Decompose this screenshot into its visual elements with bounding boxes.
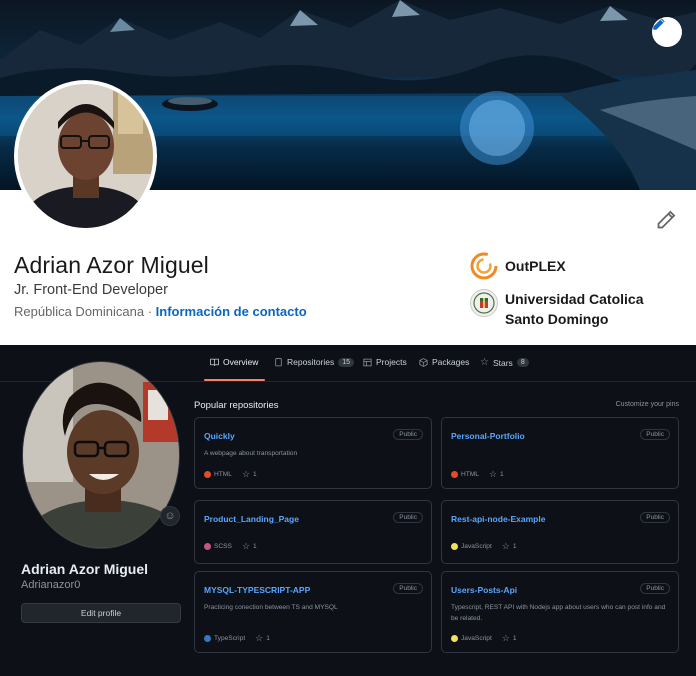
repo-stars[interactable]: 1 [266,635,270,642]
profile-photo [18,84,153,228]
language-color-dot [204,543,211,550]
pencil-icon [653,18,665,30]
profile-name: Adrian Azor Miguel [14,252,209,278]
smiley-icon: ☺ [164,510,176,522]
location-separator: · [147,304,153,319]
visibility-badge: Public [640,429,670,440]
repo-card: Rest-api-node-Example Public JavaScript … [441,500,679,564]
star-icon: ☆ [501,541,510,551]
tab-packages[interactable]: Packages [419,357,469,367]
company-name: OutPLEX [505,258,566,274]
star-icon: ☆ [480,357,489,368]
edit-cover-button[interactable] [652,17,682,47]
repo-meta: TypeScript ☆ 1 [204,633,270,644]
pencil-icon [657,210,676,229]
table-icon [363,358,372,366]
education-school[interactable]: Universidad Catolica Santo Domingo [470,289,675,329]
star-icon: ☆ [501,633,510,643]
visibility-badge: Public [640,583,670,594]
visibility-badge: Public [393,583,423,594]
repo-meta: JavaScript ☆ 1 [451,541,517,552]
repo-name-link[interactable]: Users-Posts-Api [451,585,517,595]
language-color-dot [451,635,458,642]
language-color-dot [204,635,211,642]
repo-stars[interactable]: 1 [253,543,257,550]
contact-info-link[interactable]: Información de contacto [156,304,307,319]
school-name: Universidad Catolica Santo Domingo [505,291,644,327]
repo-description: A webpage about transportation [204,450,298,457]
repo-card: Users-Posts-Api Public Typescript, REST … [441,571,679,653]
profile-location-row: República Dominicana · Información de co… [14,304,307,319]
outplex-logo-icon [470,252,498,280]
edit-profile-button[interactable]: Edit profile [21,603,181,623]
edit-intro-button[interactable] [656,210,676,235]
customize-pins-link[interactable]: Customize your pins [616,401,679,408]
package-icon [419,357,428,367]
visibility-badge: Public [393,429,423,440]
repo-name-link[interactable]: Personal-Portfolio [451,431,525,441]
university-seal-icon [470,289,498,317]
profile-headline: Jr. Front-End Developer [14,282,168,298]
repo-language: JavaScript [461,543,492,550]
linkedin-profile-card: Adrian Azor Miguel Jr. Front-End Develop… [0,0,696,345]
repo-meta: SCSS ☆ 1 [204,541,257,552]
repo-name-link[interactable]: Quickly [204,431,235,441]
selected-tab-indicator [204,379,265,381]
star-icon: ☆ [488,469,498,479]
tab-repositories[interactable]: Repositories 15 [274,357,355,367]
language-color-dot [451,471,458,478]
repo-language: SCSS [214,543,232,550]
repo-description: Practicing conection between TS and MYSQ… [204,604,338,611]
visibility-badge: Public [393,512,423,523]
popular-repos-heading: Popular repositories [194,400,279,411]
tab-label: Projects [376,357,407,367]
language-color-dot [204,471,211,478]
tab-stars[interactable]: ☆ Stars 8 [480,357,529,368]
repo-meta: JavaScript ☆ 1 [451,633,517,644]
repo-language: HTML [461,471,479,478]
repo-name-link[interactable]: Product_Landing_Page [204,514,299,524]
github-display-name: Adrian Azor Miguel [21,561,149,577]
repo-card: MYSQL-TYPESCRIPT-APP Public Practicing c… [194,571,432,653]
repo-stars[interactable]: 1 [500,471,504,478]
star-icon: ☆ [241,469,251,479]
github-avatar[interactable] [22,361,180,549]
set-status-button[interactable]: ☺ [160,506,180,526]
repo-language: TypeScript [214,635,246,642]
tab-label: Stars [492,357,513,368]
tab-label: Overview [223,357,259,367]
github-profile: Overview Repositories 15 Projects Packag… [0,345,696,676]
repo-name-link[interactable]: Rest-api-node-Example [451,514,545,524]
stars-count-badge: 8 [516,358,529,367]
star-icon: ☆ [255,633,264,643]
repo-card: Quickly Public A webpage about transport… [194,417,432,489]
github-username: Adrianazor0 [21,579,81,591]
repo-count-badge: 15 [338,357,355,367]
repo-card: Product_Landing_Page Public SCSS ☆ 1 [194,500,432,564]
language-color-dot [451,543,458,550]
visibility-badge: Public [640,512,670,523]
repo-description: Typescript, REST API with Nodejs app abo… [451,604,666,622]
tab-label: Packages [432,357,470,367]
repo-language: HTML [214,471,232,478]
tab-label: Repositories [287,357,335,367]
repo-stars[interactable]: 1 [253,471,257,478]
tab-overview[interactable]: Overview [210,357,258,367]
profile-photo [23,362,179,548]
repo-stars[interactable]: 1 [513,635,517,642]
profile-location: República Dominicana [14,304,145,319]
repo-meta: HTML ☆ 1 [204,469,257,480]
repo-icon [275,357,282,366]
linkedin-avatar[interactable] [14,80,157,232]
book-icon [210,358,219,366]
repo-language: JavaScript [461,635,492,642]
repo-meta: HTML ☆ 1 [451,469,504,480]
experience-company[interactable]: OutPLEX [470,252,675,280]
star-icon: ☆ [241,541,251,551]
tab-projects[interactable]: Projects [363,357,407,367]
repo-stars[interactable]: 1 [513,543,517,550]
repo-card: Personal-Portfolio Public HTML ☆ 1 [441,417,679,489]
repo-name-link[interactable]: MYSQL-TYPESCRIPT-APP [204,585,310,595]
